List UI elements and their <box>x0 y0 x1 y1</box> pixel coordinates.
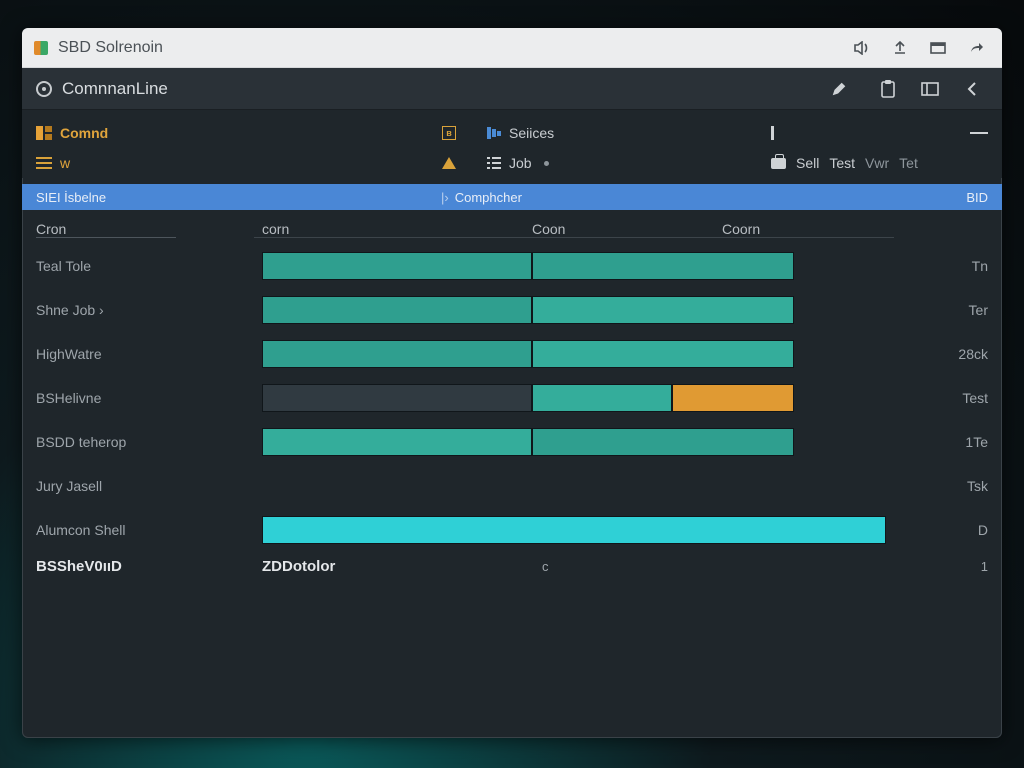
services-bars-icon <box>487 127 501 139</box>
row-value: Tsk <box>902 478 988 494</box>
app-window: SBD Solrenoin ComnnanLine <box>22 28 1002 738</box>
window-title: SBD Solrenoin <box>58 39 163 57</box>
th-c3[interactable]: Coorn <box>714 221 894 238</box>
top-bar-title: ComnnanLine <box>62 79 168 99</box>
bar-segment <box>262 252 532 280</box>
selected-header-row[interactable]: SIEI İsbelne |› Comphcher BID <box>22 184 1002 210</box>
titlebar-export-icon[interactable] <box>886 36 914 60</box>
bar-segment <box>532 384 672 412</box>
menu-region: Comnd в Seiices w Job <box>22 110 1002 178</box>
record-icon[interactable] <box>36 81 52 97</box>
row-name: Alumcon Shell <box>36 522 262 538</box>
dash-icon[interactable] <box>970 132 988 134</box>
bar-segment <box>262 340 532 368</box>
th-name[interactable]: Cron <box>36 221 176 238</box>
row-name: HighWatre <box>36 346 262 362</box>
menu-job[interactable]: Job <box>509 155 532 171</box>
bar-segment <box>262 296 532 324</box>
bar-segment <box>532 340 794 368</box>
row-value: D <box>902 522 988 538</box>
bar-segment <box>262 516 886 544</box>
bar-segment <box>532 296 794 324</box>
table-row[interactable]: Shne Job › Ter <box>36 288 988 332</box>
warning-icon <box>442 157 456 169</box>
menu-test[interactable]: Test <box>829 155 855 171</box>
titlebar-forward-icon[interactable] <box>962 36 990 60</box>
th-c1[interactable]: corn <box>254 221 524 238</box>
row-bar <box>262 472 902 500</box>
table-footer: BSSheV0ııD ZDDotolor c 1 <box>36 552 988 575</box>
table-row[interactable]: Jury Jasell Tsk <box>36 464 988 508</box>
briefcase-icon <box>771 158 786 169</box>
row-bar <box>262 428 902 456</box>
menu-services[interactable]: Seiices <box>509 125 554 141</box>
table-row[interactable]: Teal Tole Tn <box>36 244 988 288</box>
row-bar <box>262 384 902 412</box>
row-value: 28ck <box>902 346 988 362</box>
panel-icon[interactable] <box>914 75 946 103</box>
row-bar <box>262 340 902 368</box>
bar-segment <box>532 252 794 280</box>
lines-icon <box>36 157 52 169</box>
bar-segment <box>532 428 794 456</box>
app-icon <box>34 41 48 55</box>
bar-segment <box>262 428 532 456</box>
titlebar-window-icon[interactable] <box>924 36 952 60</box>
bar-segment <box>262 384 532 412</box>
menu-command[interactable]: Comnd <box>60 125 108 141</box>
table-row[interactable]: Alumcon Shell D <box>36 508 988 552</box>
row-value: 1Te <box>902 434 988 450</box>
table-area: Cron corn Coon Coorn Teal Tole Tn Shne Job… <box>22 210 1002 738</box>
vbar-icon <box>771 126 774 140</box>
footer-c: c <box>542 559 732 574</box>
table-row[interactable]: BSHelivne Test <box>36 376 988 420</box>
menu-vwr[interactable]: Vwr <box>865 155 889 171</box>
bar-segment <box>672 384 794 412</box>
row-value: Tn <box>902 258 988 274</box>
row-bar <box>262 252 902 280</box>
edit-icon[interactable] <box>830 75 862 103</box>
row-value: Ter <box>902 302 988 318</box>
menu-row-1: Comnd в Seiices <box>36 118 988 148</box>
menu-w[interactable]: w <box>60 155 70 171</box>
dot-icon <box>544 161 549 166</box>
footer-b: ZDDotolor <box>262 558 542 575</box>
table-row[interactable]: BSDD teherop 1Te <box>36 420 988 464</box>
row-name: BSDD teherop <box>36 434 262 450</box>
row-bar <box>262 296 902 324</box>
th-c2[interactable]: Coon <box>524 221 714 238</box>
list-icon <box>487 157 501 169</box>
blue-left: SIEI İsbelne <box>36 190 431 205</box>
footer-name: BSSheV0ııD <box>36 558 262 575</box>
row-name: Jury Jasell <box>36 478 262 494</box>
table-row[interactable]: HighWatre 28ck <box>36 332 988 376</box>
blue-right: BID <box>966 190 988 205</box>
blue-mid: Comphcher <box>455 190 522 205</box>
row-bar <box>262 516 902 544</box>
footer-d: 1 <box>732 559 988 574</box>
services-square-icon: в <box>442 126 456 140</box>
command-icon <box>36 126 52 140</box>
table-body: Teal Tole Tn Shne Job › Ter HighWatre 28ck BSH… <box>36 244 988 552</box>
title-bar: SBD Solrenoin <box>22 28 1002 68</box>
chevron-left-icon[interactable] <box>956 75 988 103</box>
row-name: BSHelivne <box>36 390 262 406</box>
menu-sell[interactable]: Sell <box>796 155 819 171</box>
row-value: Test <box>902 390 988 406</box>
menu-row-2: w Job Sell Test Vwr Tet <box>36 148 988 178</box>
menu-tet[interactable]: Tet <box>899 155 918 171</box>
titlebar-sound-icon[interactable] <box>848 36 876 60</box>
row-name: Teal Tole <box>36 258 262 274</box>
clipboard-icon[interactable] <box>872 75 904 103</box>
table-header: Cron corn Coon Coorn <box>36 210 988 244</box>
row-name: Shne Job › <box>36 302 262 318</box>
top-bar: ComnnanLine <box>22 68 1002 110</box>
